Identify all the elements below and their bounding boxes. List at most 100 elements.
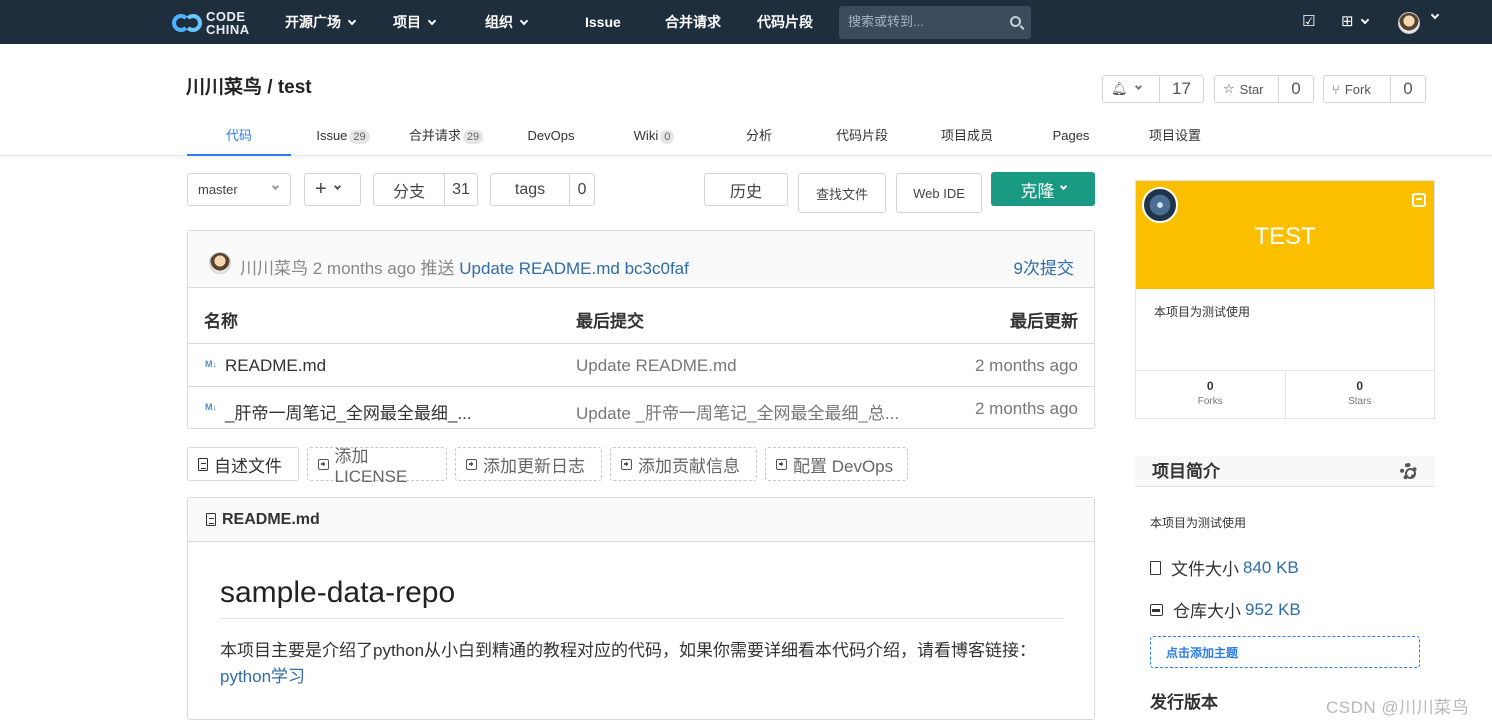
nav-merge-requests[interactable]: 合并请求: [665, 0, 721, 44]
plus-square-icon: [466, 458, 477, 470]
header-last-update: 最后更新: [1010, 312, 1078, 331]
repo-size-value[interactable]: 952 KB: [1245, 600, 1301, 620]
nav-issue[interactable]: Issue: [585, 0, 621, 44]
configure-devops-label: 配置 DevOps: [793, 456, 894, 476]
repo-size-row: 仓库大小 952 KB: [1150, 597, 1301, 622]
tab-mr-label: 合并请求: [408, 128, 461, 143]
user-avatar[interactable]: [1398, 12, 1420, 34]
star-toggle[interactable]: ☆ Star: [1215, 76, 1279, 102]
add-license-button[interactable]: 添加LICENSE: [307, 447, 447, 486]
star-count[interactable]: 0: [1279, 76, 1313, 102]
header-name: 名称: [204, 312, 238, 331]
tab-devops[interactable]: DevOps: [520, 118, 582, 156]
tab-code[interactable]: 代码: [187, 118, 291, 156]
file-name[interactable]: _肝帝一周笔记_全网最全最细_...: [225, 399, 472, 424]
file-commit-message[interactable]: Update README.md: [576, 356, 737, 376]
fork-button[interactable]: ⑂ Fork 0: [1323, 75, 1426, 103]
readme-button[interactable]: 自述文件: [187, 447, 299, 481]
fork-count[interactable]: 0: [1391, 76, 1425, 102]
commit-author-avatar[interactable]: [209, 252, 231, 274]
tags-button[interactable]: tags 0: [490, 173, 595, 206]
export-icon[interactable]: [1412, 193, 1426, 207]
repo-tabs: 代码 Issue 29 合并请求 29 DevOps Wiki 0 分析 代码片段 项…: [0, 118, 1492, 156]
avatar-menu[interactable]: [1424, 8, 1440, 25]
configure-devops-button[interactable]: 配置 DevOps: [765, 447, 908, 481]
file-size-value[interactable]: 840 KB: [1243, 558, 1299, 578]
readme-text: 本项目主要是介绍了python从小白到精通的教程对应的代码，如果你需要详细看本代…: [220, 641, 1037, 660]
new-plus-icon[interactable]: ⊞: [1341, 12, 1369, 30]
gear-icon[interactable]: [1400, 463, 1417, 480]
clone-button[interactable]: 克隆: [991, 172, 1095, 206]
project-card-description: 本项目为测试使用: [1154, 305, 1251, 319]
tab-pages[interactable]: Pages: [1044, 118, 1098, 156]
web-ide-button[interactable]: Web IDE: [896, 173, 982, 213]
tab-code-label: 代码: [225, 128, 252, 143]
project-avatar[interactable]: [1142, 187, 1178, 223]
branch-select[interactable]: master: [187, 173, 291, 206]
forks-label: Forks: [1197, 396, 1223, 407]
fork-icon: ⑂: [1332, 81, 1340, 97]
readme-viewer: README.md sample-data-repo 本项目主要是介绍了pyth…: [187, 497, 1095, 720]
repo-size-label: 仓库大小: [1173, 602, 1241, 621]
todo-icon[interactable]: ☑: [1302, 12, 1315, 30]
tab-analytics[interactable]: 分析: [735, 118, 783, 156]
commit-author[interactable]: 川川菜鸟: [240, 259, 308, 278]
logo-icon: [172, 10, 202, 36]
watch-button[interactable]: 🔔︎ 17: [1102, 75, 1204, 103]
add-changelog-button[interactable]: 添加更新日志: [455, 447, 602, 481]
file-name[interactable]: README.md: [225, 356, 326, 376]
stars-stat[interactable]: 0 Stars: [1284, 371, 1435, 418]
nav-projects[interactable]: 项目: [393, 0, 437, 44]
search-input[interactable]: [848, 14, 998, 29]
commit-hash[interactable]: bc3c0faf: [625, 259, 689, 278]
watch-toggle[interactable]: 🔔︎: [1103, 76, 1160, 102]
codechina-logo[interactable]: CODE CHINA: [172, 8, 250, 38]
branches-button[interactable]: 分支 31: [373, 173, 478, 206]
last-commit-bar: 川川菜鸟 2 months ago 推送 Update README.md bc…: [188, 231, 1094, 288]
clone-label: 克隆: [1020, 181, 1055, 201]
tab-snippets-label: 代码片段: [835, 128, 888, 143]
document-icon: [206, 513, 216, 526]
repo-title[interactable]: 川川菜鸟 / test: [186, 72, 312, 99]
file-browser: 川川菜鸟 2 months ago 推送 Update README.md bc…: [187, 230, 1095, 429]
nav-orgs[interactable]: 组织: [485, 0, 529, 44]
tab-analytics-label: 分析: [745, 128, 772, 143]
stars-count: 0: [1356, 379, 1364, 393]
commit-message[interactable]: Update README.md: [459, 259, 620, 278]
readme-link[interactable]: python学习: [220, 667, 305, 686]
tab-issue[interactable]: Issue 29: [305, 118, 381, 156]
nav-open-source[interactable]: 开源广场: [285, 0, 357, 44]
chevron-down-icon: [271, 182, 280, 191]
file-commit-message[interactable]: Update _肝帝一周笔记_全网最全最细_总...: [576, 399, 899, 424]
commit-count-link[interactable]: 9次提交: [1014, 254, 1074, 279]
watch-count[interactable]: 17: [1160, 76, 1203, 102]
document-icon: [198, 457, 208, 471]
tab-mr-badge: 29: [462, 130, 484, 144]
tags-label: tags: [514, 180, 546, 198]
tab-merge-requests[interactable]: 合并请求 29: [400, 118, 492, 156]
add-contributing-button[interactable]: 添加贡献信息: [610, 447, 757, 481]
chevron-down-icon: [333, 182, 341, 191]
tab-wiki-badge: 0: [660, 130, 675, 144]
tab-wiki[interactable]: Wiki 0: [624, 118, 684, 156]
tab-members[interactable]: 项目成员: [932, 118, 1002, 156]
star-button[interactable]: ☆ Star 0: [1214, 75, 1314, 103]
file-date: 2 months ago: [974, 399, 1078, 418]
bell-icon: 🔔︎: [1111, 81, 1128, 96]
nav-snippets[interactable]: 代码片段: [757, 0, 813, 44]
add-topic-button[interactable]: 点击添加主题: [1150, 636, 1420, 668]
tab-settings[interactable]: 项目设置: [1140, 118, 1210, 156]
history-button[interactable]: 历史: [704, 173, 788, 206]
table-row[interactable]: M↓ _肝帝一周笔记_全网最全最细_... Update _肝帝一周笔记_全网最…: [188, 386, 1094, 428]
forks-stat[interactable]: 0 Forks: [1136, 371, 1285, 418]
add-dropdown[interactable]: +: [304, 173, 361, 206]
add-license-label: 添加LICENSE: [334, 446, 408, 486]
fork-toggle[interactable]: ⑂ Fork: [1324, 76, 1391, 102]
search-icon[interactable]: [1010, 16, 1021, 27]
find-file-button[interactable]: 查找文件: [798, 173, 886, 213]
tab-settings-label: 项目设置: [1148, 128, 1201, 143]
global-search[interactable]: [839, 6, 1031, 39]
table-row[interactable]: M↓ README.md Update README.md 2 months a…: [188, 344, 1094, 386]
nav-orgs-label: 组织: [485, 14, 513, 30]
tab-snippets[interactable]: 代码片段: [828, 118, 896, 156]
